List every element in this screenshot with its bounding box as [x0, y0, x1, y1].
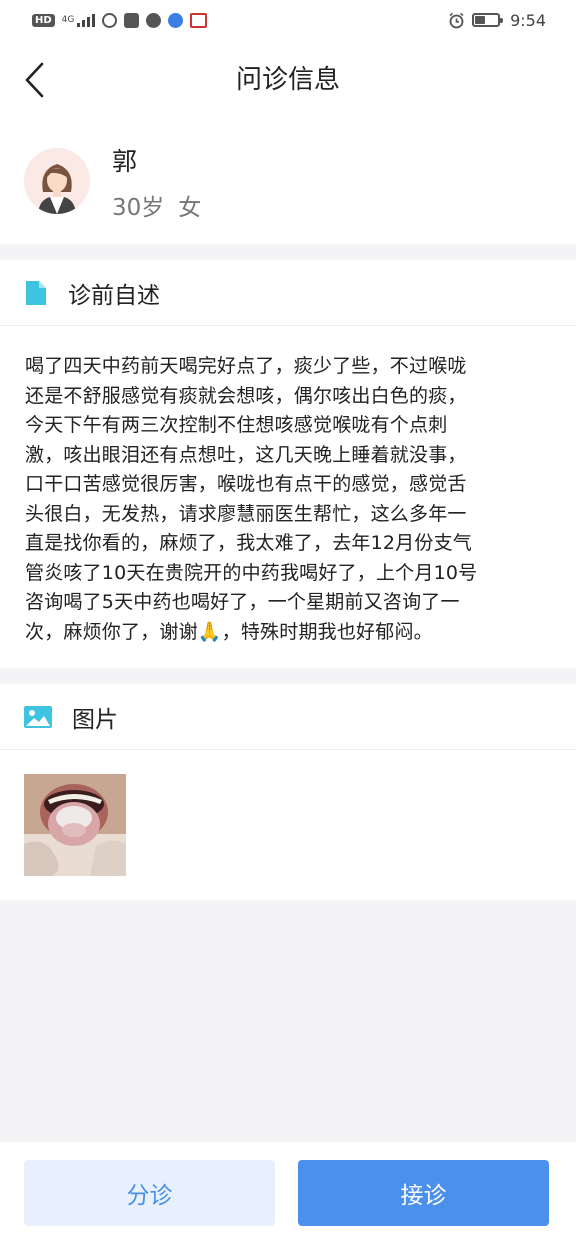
complaint-section-header: 诊前自述: [0, 260, 576, 326]
triage-button[interactable]: 分诊: [24, 1160, 275, 1226]
complaint-title: 诊前自述: [68, 282, 160, 309]
patient-name: 郭: [112, 147, 138, 176]
complaint-line: 还是不舒服感觉有痰就会想咳，偶尔咳出白色的痰，: [25, 384, 467, 407]
hd-icon: HD: [32, 13, 55, 27]
patient-age: 30岁: [112, 195, 165, 221]
status-bar: HD 4G 9:54: [0, 0, 576, 40]
app-icon: [102, 12, 118, 28]
patient-card: 郭 30岁女: [0, 120, 576, 244]
images-title: 图片: [72, 706, 118, 733]
patient-gender: 女: [178, 195, 202, 221]
coffee-icon: [124, 12, 140, 28]
chat-icon: [146, 12, 162, 28]
complaint-line: 口干口苦感觉很厉害，喉咙也有点干的感觉，感觉舌: [25, 473, 467, 495]
complaint-line: 咨询喝了5天中药也喝好了，一个星期前又咨询了一: [25, 591, 460, 613]
complaint-text: 喝了四天中药前天喝完好点了，痰少了些，不过喉咙 还是不舒服感觉有痰就会想咳，偶尔咳…: [0, 326, 576, 669]
calendar-icon: [190, 12, 208, 28]
complaint-line: 头很白，无发热，请求廖慧丽医生帮忙，这么多年一: [25, 502, 467, 525]
image-icon: [24, 705, 52, 728]
complaint-line: 喝了四天中药前天喝完好点了，痰少了些，不过喉咙: [25, 355, 467, 377]
complaint-line: 直是找你看的，麻烦了，我太难了，去年12月份支气: [25, 532, 472, 554]
tongue-photo-icon[interactable]: [24, 774, 126, 876]
complaint-line: 次，麻烦你了，谢谢🙏，特殊时期我也好郁闷。: [25, 620, 433, 643]
status-icons-left: HD 4G: [32, 12, 208, 28]
complaint-line: 激，咳出眼泪还有点想吐，这几天晚上睡着就没事，: [25, 443, 467, 466]
network-type: 4G: [61, 15, 75, 25]
page-title: 问诊信息: [235, 65, 340, 95]
screen: HD 4G 9:54 问诊信息 郭 30岁 女 诊前自述 喝了四天中药前天喝完好…: [0, 0, 576, 1242]
accept-button[interactable]: 接诊: [298, 1160, 549, 1226]
action-bar: 分诊 接诊: [0, 1142, 576, 1242]
complaint-line: 管炎咳了10天在贵院开的中药我喝好了，上个月10号: [25, 561, 478, 584]
complaint-line: 今天下午有两三次控制不住想咳感觉喉咙有个点刺: [25, 414, 448, 436]
alarm-icon: [449, 12, 464, 28]
battery-level: [475, 16, 485, 24]
images-section: 图片: [0, 684, 576, 900]
nav-header: 问诊信息: [0, 40, 576, 120]
status-icons-right: 9:54: [448, 11, 546, 30]
complaint-section: 诊前自述 喝了四天中药前天喝完好点了，痰少了些，不过喉咙 还是不舒服感觉有痰就会想…: [0, 260, 576, 668]
signal-icon: [77, 13, 96, 27]
document-icon: [26, 280, 46, 305]
music-icon: [168, 12, 184, 28]
patient-meta: 30岁女: [112, 188, 201, 222]
images-section-header: 图片: [0, 684, 576, 750]
female-avatar-icon: [24, 148, 90, 214]
battery-icon: [472, 13, 504, 27]
clock: 9:54: [510, 10, 546, 30]
